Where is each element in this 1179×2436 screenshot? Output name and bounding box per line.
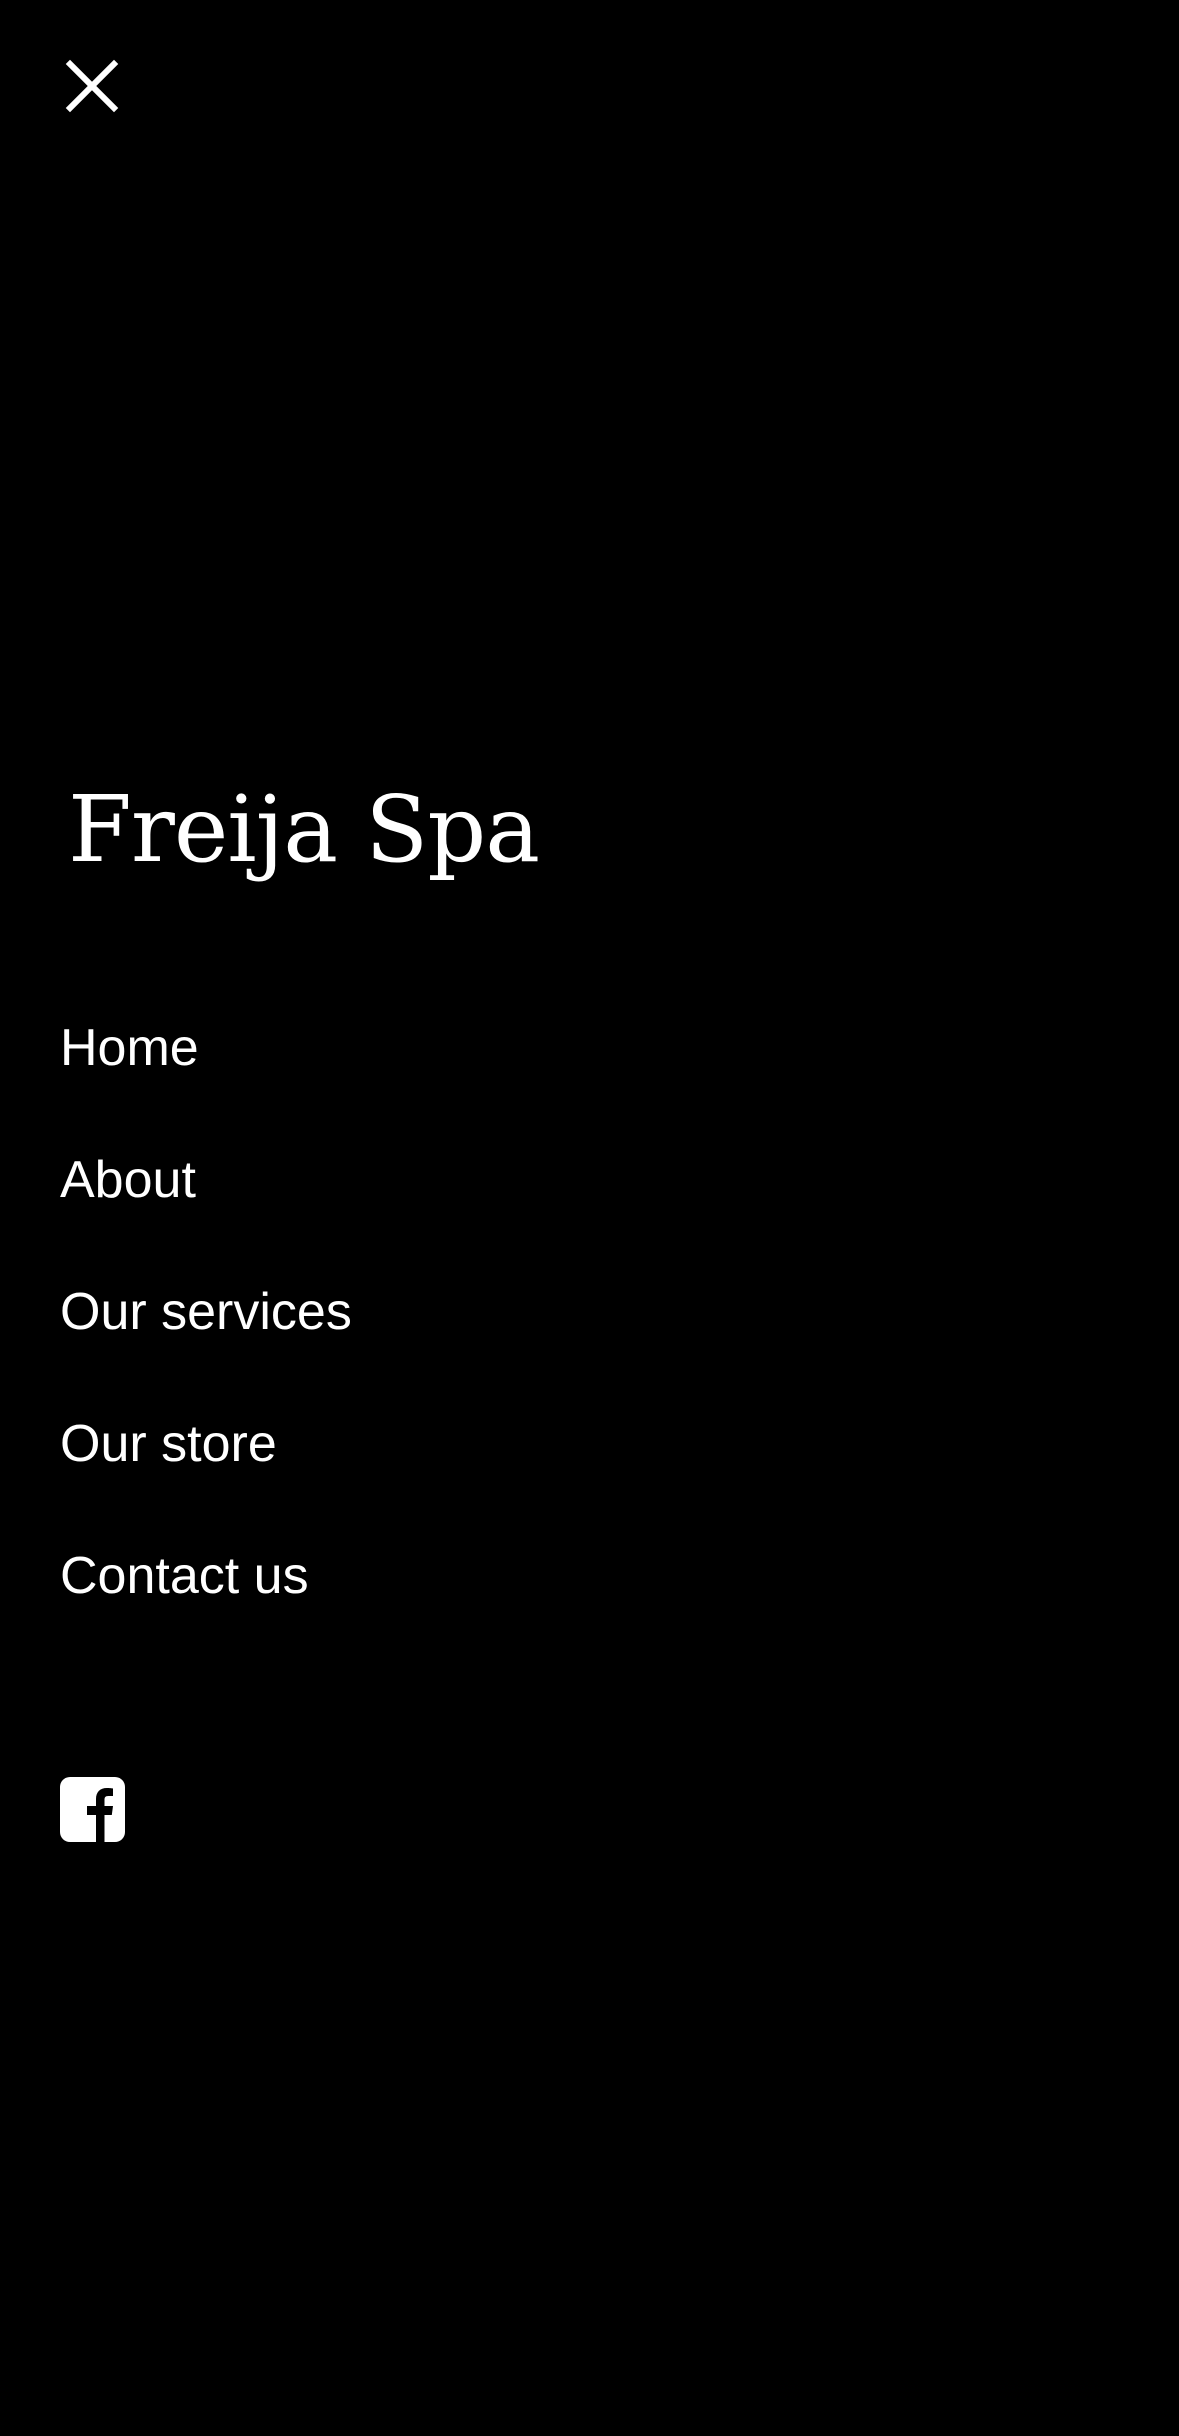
facebook-icon — [60, 1777, 125, 1842]
nav-item-our-services[interactable]: Our services — [60, 1264, 352, 1396]
close-icon — [65, 59, 119, 113]
site-title[interactable]: Freija Spa — [68, 770, 540, 890]
facebook-link[interactable] — [60, 1777, 125, 1842]
nav-item-our-store[interactable]: Our store — [60, 1396, 352, 1528]
nav-item-home[interactable]: Home — [60, 1000, 352, 1132]
nav-item-contact-us[interactable]: Contact us — [60, 1528, 352, 1660]
main-navigation: Home About Our services Our store Contac… — [60, 1000, 352, 1660]
nav-item-about[interactable]: About — [60, 1132, 352, 1264]
close-menu-button[interactable] — [60, 54, 124, 118]
